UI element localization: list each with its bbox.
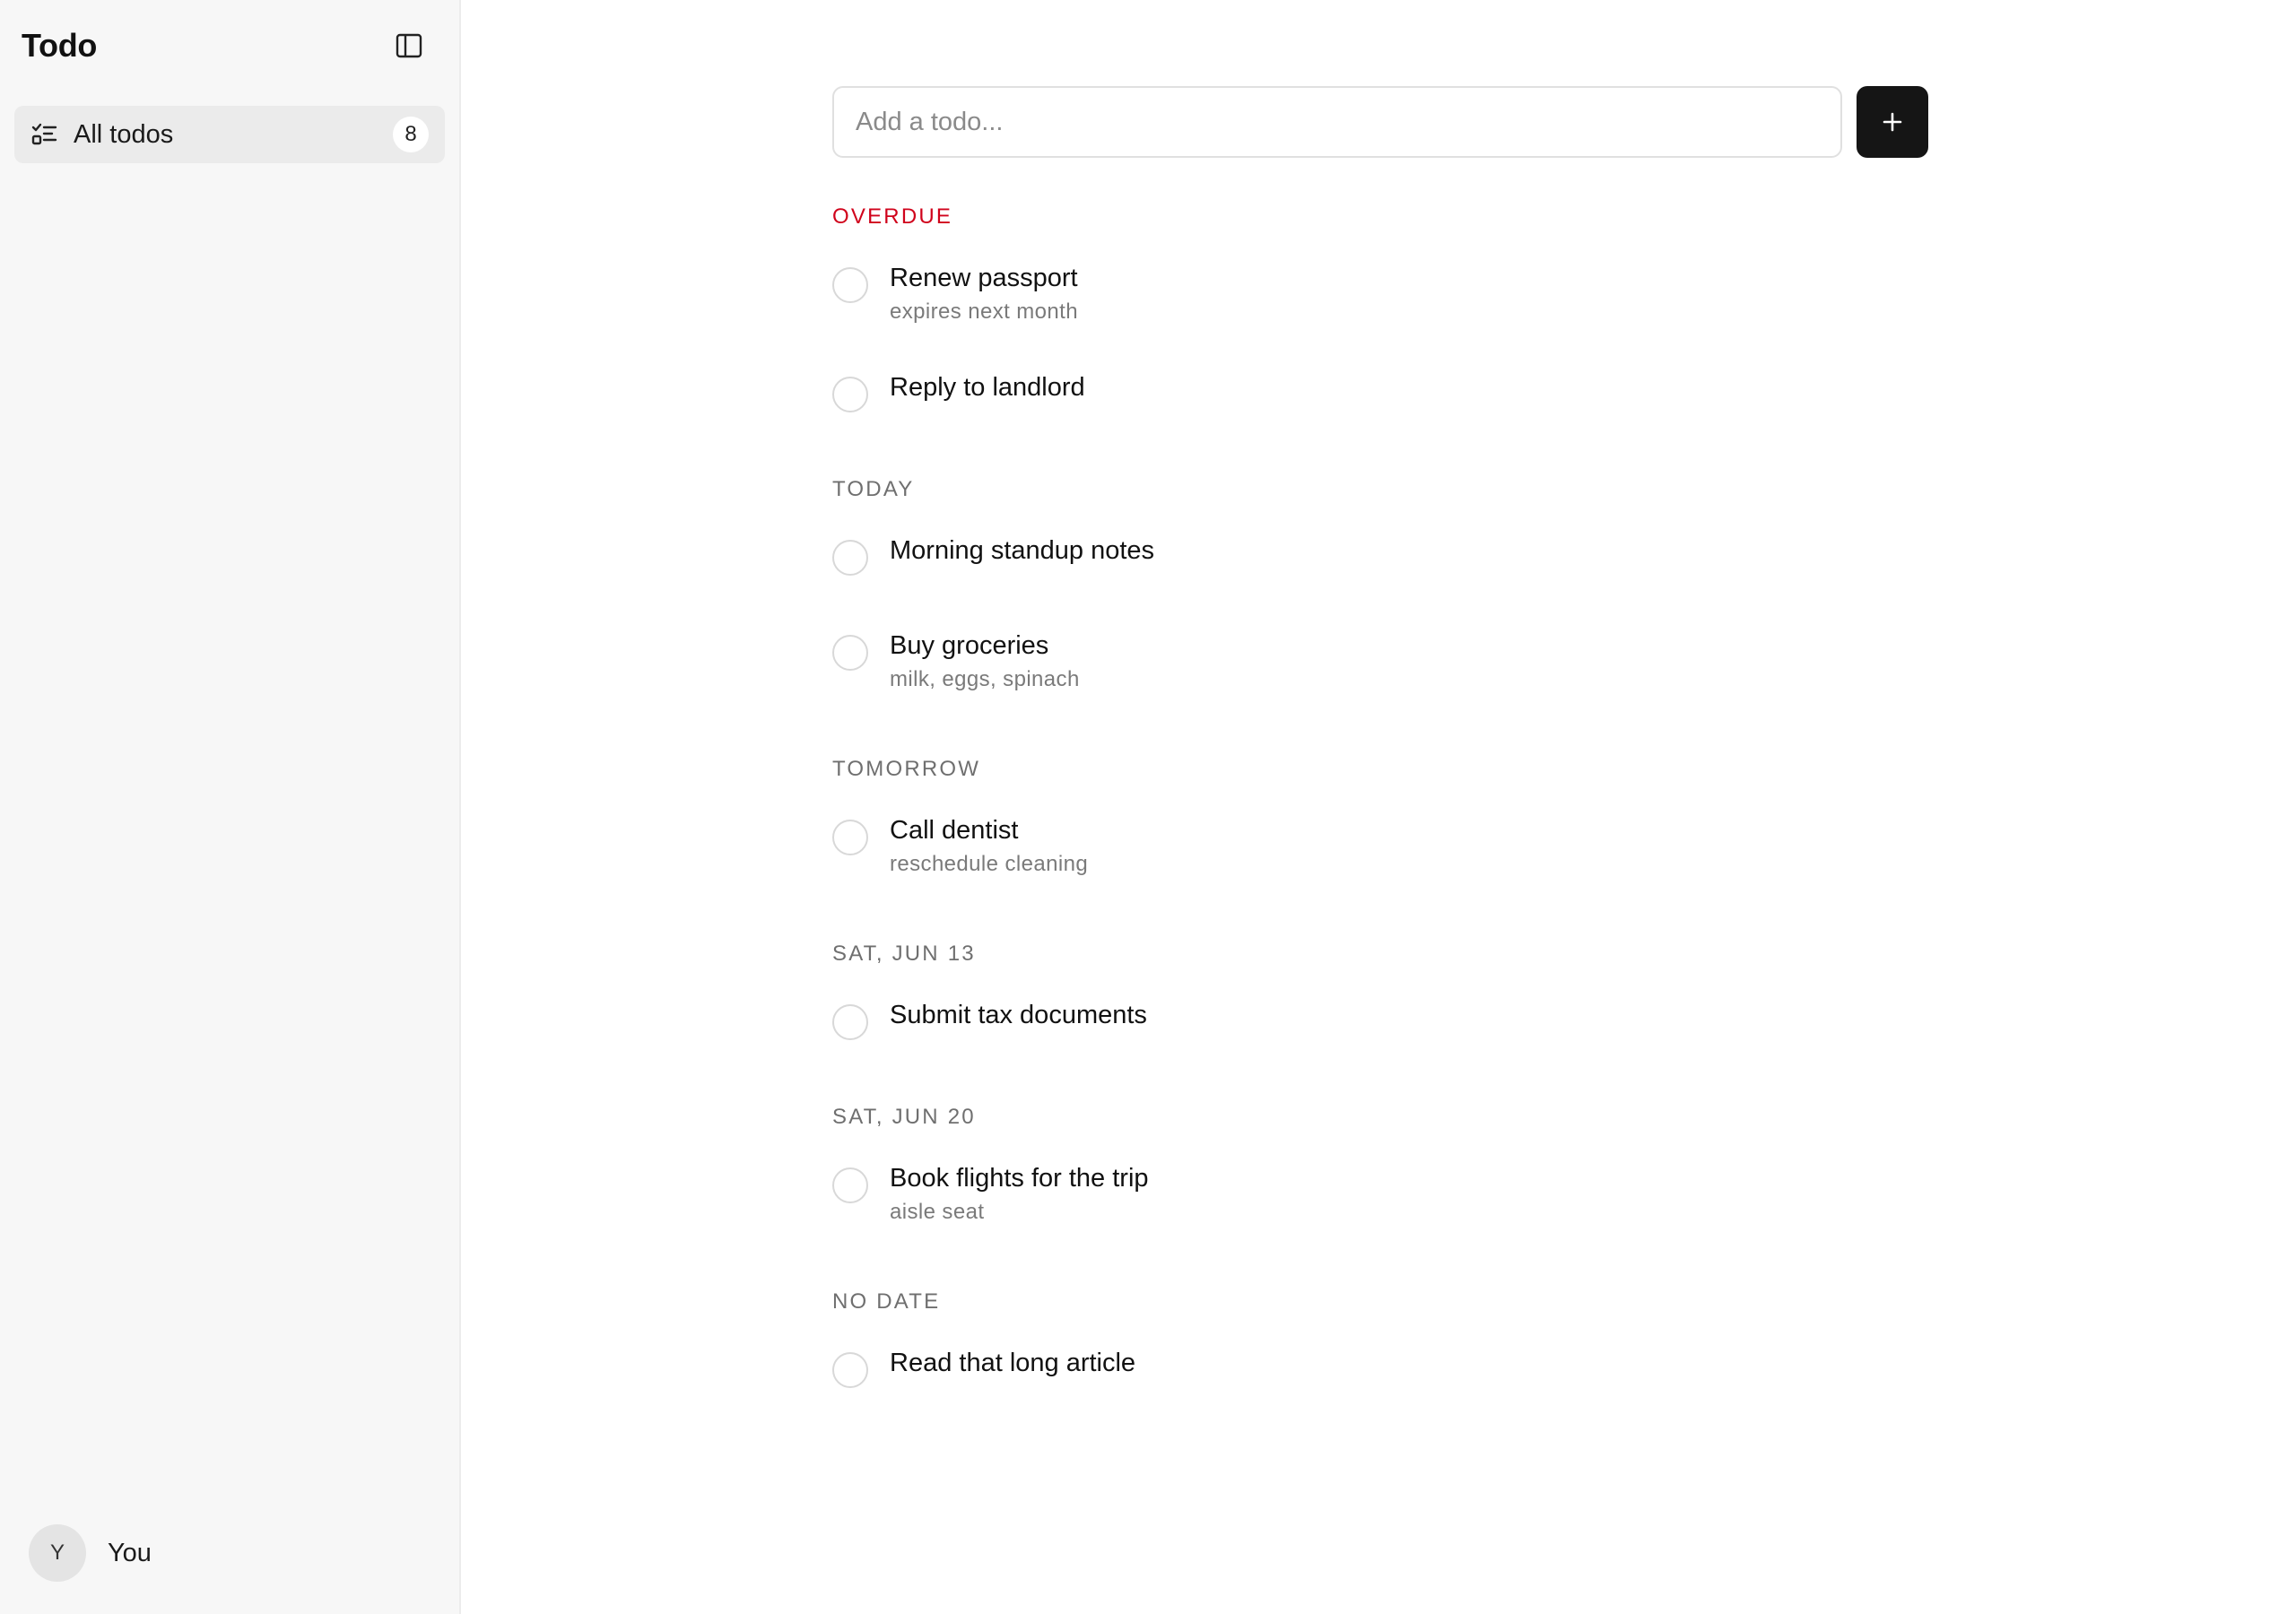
todo-item: Morning standup notes [832,534,1928,576]
sidebar-header: Todo [0,0,459,91]
todo-checkbox[interactable] [832,635,868,671]
todo-title: Read that long article [890,1349,1136,1377]
section-title: TODAY [832,477,915,501]
user-name: You [108,1538,152,1567]
todo-list-container: OVERDUE Renew passport expires next mont… [832,86,1928,1388]
todo-checkbox[interactable] [832,1167,868,1203]
avatar: Y [29,1524,86,1582]
add-todo-row [832,86,1928,158]
section-title: SAT, JUN 13 [832,941,976,966]
app-title: Todo [22,27,98,64]
todo-item: Call dentist reschedule cleaning [832,814,1928,877]
section-overdue: OVERDUE Renew passport expires next mont… [832,204,1928,412]
sidebar-item-label: All todos [74,119,174,149]
main-content: OVERDUE Renew passport expires next mont… [461,0,2296,1614]
todo-title: Reply to landlord [890,373,1085,402]
todo-text[interactable]: Reply to landlord [890,371,1085,404]
todo-item: Renew passport expires next month [832,262,1928,325]
todo-note: expires next month [890,299,1078,324]
todo-title: Morning standup notes [890,536,1155,565]
todo-item: Submit tax documents [832,999,1928,1040]
todo-title: Renew passport [890,264,1078,292]
todo-text[interactable]: Morning standup notes [890,534,1154,567]
plus-icon [1883,112,1902,132]
section-tomorrow: TOMORROW Call dentist reschedule cleanin… [832,757,1928,877]
section-today: TODAY Morning standup notes Buy grocerie… [832,477,1928,692]
todo-checkbox[interactable] [832,267,868,303]
sidebar: Todo All todos 8 Y You [0,0,461,1614]
todo-text[interactable]: Book flights for the trip aisle seat [890,1162,1149,1225]
section-date-jun-20: SAT, JUN 20 Book flights for the trip ai… [832,1105,1928,1225]
todo-checkbox[interactable] [832,820,868,855]
todo-count-badge: 8 [393,117,429,152]
list-checks-icon [30,120,59,149]
section-no-date: NO DATE Read that long article [832,1289,1928,1388]
todo-text[interactable]: Call dentist reschedule cleaning [890,814,1088,877]
section-title: SAT, JUN 20 [832,1105,976,1129]
todo-text[interactable]: Buy groceries milk, eggs, spinach [890,629,1080,692]
todo-item: Reply to landlord [832,371,1928,412]
app: Todo All todos 8 Y You Add a todo... OVE… [0,0,2296,1614]
sidebar-item-all-todos[interactable]: All todos 8 [14,106,445,163]
sidebar-toggle-button[interactable] [391,28,427,64]
sidebar-panel-icon [396,33,422,58]
todo-checkbox[interactable] [832,377,868,412]
todo-checkbox[interactable] [832,1352,868,1388]
todo-title: Book flights for the trip [890,1164,1149,1193]
section-date-jun-13: SAT, JUN 13 Submit tax documents [832,941,1928,1040]
todo-item: Buy groceries milk, eggs, spinach [832,629,1928,692]
add-todo-button[interactable] [1857,86,1928,158]
todo-note: aisle seat [890,1200,985,1224]
todo-title: Submit tax documents [890,1001,1147,1029]
todo-item: Book flights for the trip aisle seat [832,1162,1928,1225]
todo-checkbox[interactable] [832,1004,868,1040]
todo-note: reschedule cleaning [890,852,1089,876]
todo-note: milk, eggs, spinach [890,667,1080,691]
add-todo-input[interactable] [832,86,1842,158]
todo-item: Read that long article [832,1347,1928,1388]
todo-title: Buy groceries [890,631,1049,660]
section-title: TOMORROW [832,757,981,781]
section-title: NO DATE [832,1289,941,1314]
todo-text[interactable]: Read that long article [890,1347,1135,1379]
user-profile[interactable]: Y You [29,1524,152,1582]
section-title: OVERDUE [832,204,953,229]
todo-text[interactable]: Submit tax documents [890,999,1147,1031]
todo-text[interactable]: Renew passport expires next month [890,262,1078,325]
todo-checkbox[interactable] [832,540,868,576]
todo-title: Call dentist [890,816,1019,845]
